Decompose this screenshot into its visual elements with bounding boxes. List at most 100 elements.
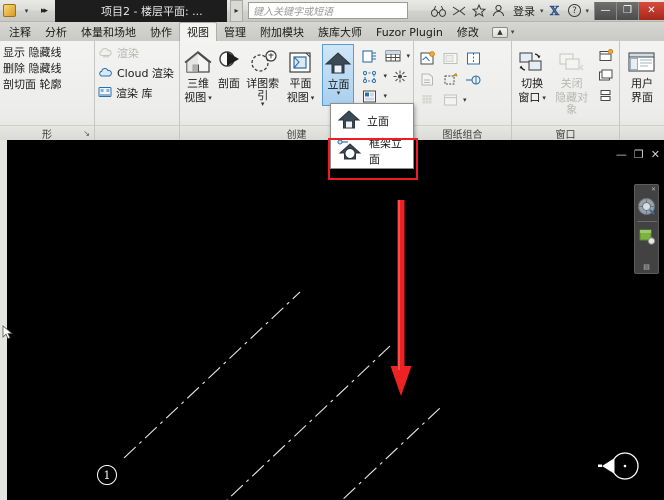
three-d-view-label-line2: 视图 bbox=[184, 91, 207, 104]
navigation-bar[interactable]: ✕ ▤ bbox=[634, 184, 659, 274]
drawing-canvas[interactable]: — ❐ ✕ ✕ ▤ 1 bbox=[0, 140, 664, 500]
maximize-button[interactable]: ❐ bbox=[616, 1, 638, 20]
cascade-icon[interactable] bbox=[596, 87, 616, 105]
show-hidden-lines-label[interactable]: 显示 隐藏线 bbox=[3, 46, 62, 59]
help-icon[interactable]: ? bbox=[564, 1, 584, 21]
elevation-dropdown[interactable]: 立面 框架立面 bbox=[330, 103, 414, 169]
grid-bubble-1[interactable]: 1 bbox=[97, 465, 117, 485]
ribbon-collapse-icon[interactable]: ▲ bbox=[491, 26, 508, 38]
render-gallery-label: 渲染 库 bbox=[116, 87, 153, 100]
revision-icon[interactable] bbox=[463, 49, 483, 67]
star-icon[interactable] bbox=[469, 1, 489, 21]
viewport-grid-icon[interactable] bbox=[417, 91, 437, 109]
placeholder-icon[interactable] bbox=[417, 70, 437, 88]
view-restore-button[interactable]: ❐ bbox=[634, 148, 644, 161]
search-input[interactable]: 键入关键字或短语 bbox=[248, 2, 408, 19]
remove-hidden-lines-label[interactable]: 删除 隐藏线 bbox=[3, 62, 62, 75]
section-button[interactable]: 剖面 bbox=[214, 44, 244, 90]
autodesk-badge-icon[interactable] bbox=[2, 3, 17, 18]
sheet-issues-icon[interactable] bbox=[440, 91, 460, 109]
render-gallery-row[interactable]: 渲染 库 bbox=[98, 86, 153, 102]
elevation-caret-icon[interactable]: ▾ bbox=[337, 90, 341, 97]
window-panel-small-icons bbox=[596, 44, 616, 105]
cloud-render-row[interactable]: Cloud 渲染 bbox=[98, 66, 174, 82]
minimize-button[interactable]: — bbox=[594, 1, 616, 20]
scope-box-icon[interactable] bbox=[360, 67, 380, 85]
render-cloud-icon bbox=[98, 46, 113, 62]
customize-caret-icon[interactable]: ▾ bbox=[19, 3, 34, 18]
tab-analyze[interactable]: 分析 bbox=[38, 23, 74, 41]
dropdown-item-framing-elevation[interactable]: 框架立面 bbox=[333, 136, 411, 166]
exchange-icon[interactable] bbox=[449, 1, 469, 21]
tile-windows-icon[interactable] bbox=[596, 67, 616, 85]
plan-view-button[interactable]: 平面 视图 ▾ bbox=[285, 44, 315, 104]
matchline-icon[interactable] bbox=[463, 70, 483, 88]
three-d-view-caret-icon[interactable]: ▾ bbox=[208, 94, 212, 101]
titleblock-icon[interactable] bbox=[440, 49, 460, 67]
three-d-view-label-line1: 三维 bbox=[187, 77, 209, 90]
x-logo-icon[interactable]: 𝕏 bbox=[544, 1, 564, 21]
tab-collaborate[interactable]: 协作 bbox=[143, 23, 179, 41]
callout-icon bbox=[247, 46, 279, 76]
three-d-view-button[interactable]: 三维 视图 ▾ bbox=[183, 44, 213, 104]
duplicate-icon[interactable] bbox=[390, 67, 410, 85]
panel-expander-icon[interactable]: ↘ bbox=[83, 129, 90, 138]
elevation-button[interactable]: 立面 ▾ bbox=[322, 44, 355, 106]
binoculars-icon[interactable] bbox=[429, 1, 449, 21]
ui-panels-icon bbox=[627, 46, 657, 76]
person-icon[interactable] bbox=[489, 1, 509, 21]
plan-view-caret-icon[interactable]: ▾ bbox=[311, 94, 315, 101]
cut-profile-label[interactable]: 剖切面 轮廓 bbox=[3, 78, 62, 91]
navbar-close-icon[interactable]: ✕ bbox=[651, 185, 658, 193]
switch-windows-button[interactable]: 切换 窗口 ▾ bbox=[515, 44, 549, 104]
graphics-panel: 显示 隐藏线 删除 隐藏线 剖切面 轮廓 形 ↘ bbox=[0, 41, 95, 141]
legend-icon[interactable] bbox=[360, 47, 380, 65]
tab-massing-site[interactable]: 体量和场地 bbox=[74, 23, 143, 41]
tab-annotate[interactable]: 注释 bbox=[2, 23, 38, 41]
scope-box-caret-icon[interactable]: ▾ bbox=[383, 72, 387, 79]
tab-addins[interactable]: 附加模块 bbox=[253, 23, 311, 41]
switch-windows-icon bbox=[517, 46, 547, 76]
tab-family-library[interactable]: 族库大师 bbox=[311, 23, 369, 41]
fast-forward-icon[interactable]: ▸▸ bbox=[36, 3, 51, 18]
window-panel: 切换 窗口 ▾ 关闭 隐藏对象 窗口 bbox=[512, 41, 620, 141]
window-controls: — ❐ ✕ bbox=[594, 0, 664, 22]
sheet-composition-title: 图纸组合 bbox=[414, 125, 511, 141]
view-close-button[interactable]: ✕ bbox=[651, 148, 660, 161]
title-dropdown-arrow[interactable]: ▸ bbox=[230, 0, 243, 22]
callout-caret-icon[interactable]: ▾ bbox=[261, 101, 265, 108]
new-sheet-icon[interactable] bbox=[417, 49, 437, 67]
framing-elevation-icon bbox=[337, 138, 363, 165]
guide-grid-icon[interactable] bbox=[440, 70, 460, 88]
close-button[interactable]: ✕ bbox=[638, 1, 664, 20]
steering-wheel-icon[interactable] bbox=[636, 193, 658, 219]
plan-view-label-line1: 平面 bbox=[289, 77, 312, 90]
tab-modify[interactable]: 修改 bbox=[450, 23, 486, 41]
view-minimize-button[interactable]: — bbox=[616, 148, 627, 161]
new-window-icon[interactable] bbox=[596, 47, 616, 65]
tab-view[interactable]: 视图 bbox=[179, 22, 217, 41]
navbar-more-icon[interactable]: ▤ bbox=[643, 263, 650, 273]
login-label[interactable]: 登录 bbox=[509, 3, 539, 19]
title-bar: ▾ ▸▸ 项目2 - 楼层平面: ... ▸ 键入关键字或短语 登录 ▾ 𝕏 ?… bbox=[0, 0, 664, 22]
user-interface-button[interactable]: 用户 界面 bbox=[623, 44, 661, 104]
help-caret-icon[interactable]: ▾ bbox=[585, 7, 589, 15]
graphics-panel-title-text: 形 bbox=[42, 129, 52, 141]
sheet-issues-caret-icon[interactable]: ▾ bbox=[463, 96, 467, 103]
schedule-caret-icon[interactable]: ▾ bbox=[406, 52, 410, 59]
tab-fuzor-plugin[interactable]: Fuzor Plugin bbox=[369, 23, 450, 41]
switch-windows-caret-icon[interactable]: ▾ bbox=[542, 94, 546, 101]
callout-button[interactable]: 详图索引 ▾ bbox=[245, 44, 281, 108]
tab-manage[interactable]: 管理 bbox=[217, 23, 253, 41]
elevation-marker[interactable] bbox=[598, 445, 644, 487]
login-caret-icon[interactable]: ▾ bbox=[540, 7, 544, 15]
window-panel-title-text: 窗口 bbox=[555, 129, 576, 141]
quick-access-toolbar[interactable]: ▾ ▸▸ bbox=[0, 0, 51, 22]
render-row[interactable]: 渲染 bbox=[98, 46, 139, 62]
zoom-region-icon[interactable] bbox=[636, 224, 658, 250]
schedule-icon[interactable] bbox=[383, 47, 403, 65]
dropdown-item-elevation[interactable]: 立面 bbox=[333, 106, 411, 136]
ribbon-collapse-control[interactable]: ▲ ▾ bbox=[486, 23, 522, 41]
view-template-caret-icon[interactable]: ▾ bbox=[383, 92, 387, 99]
ribbon-collapse-caret-icon[interactable]: ▾ bbox=[511, 28, 515, 36]
